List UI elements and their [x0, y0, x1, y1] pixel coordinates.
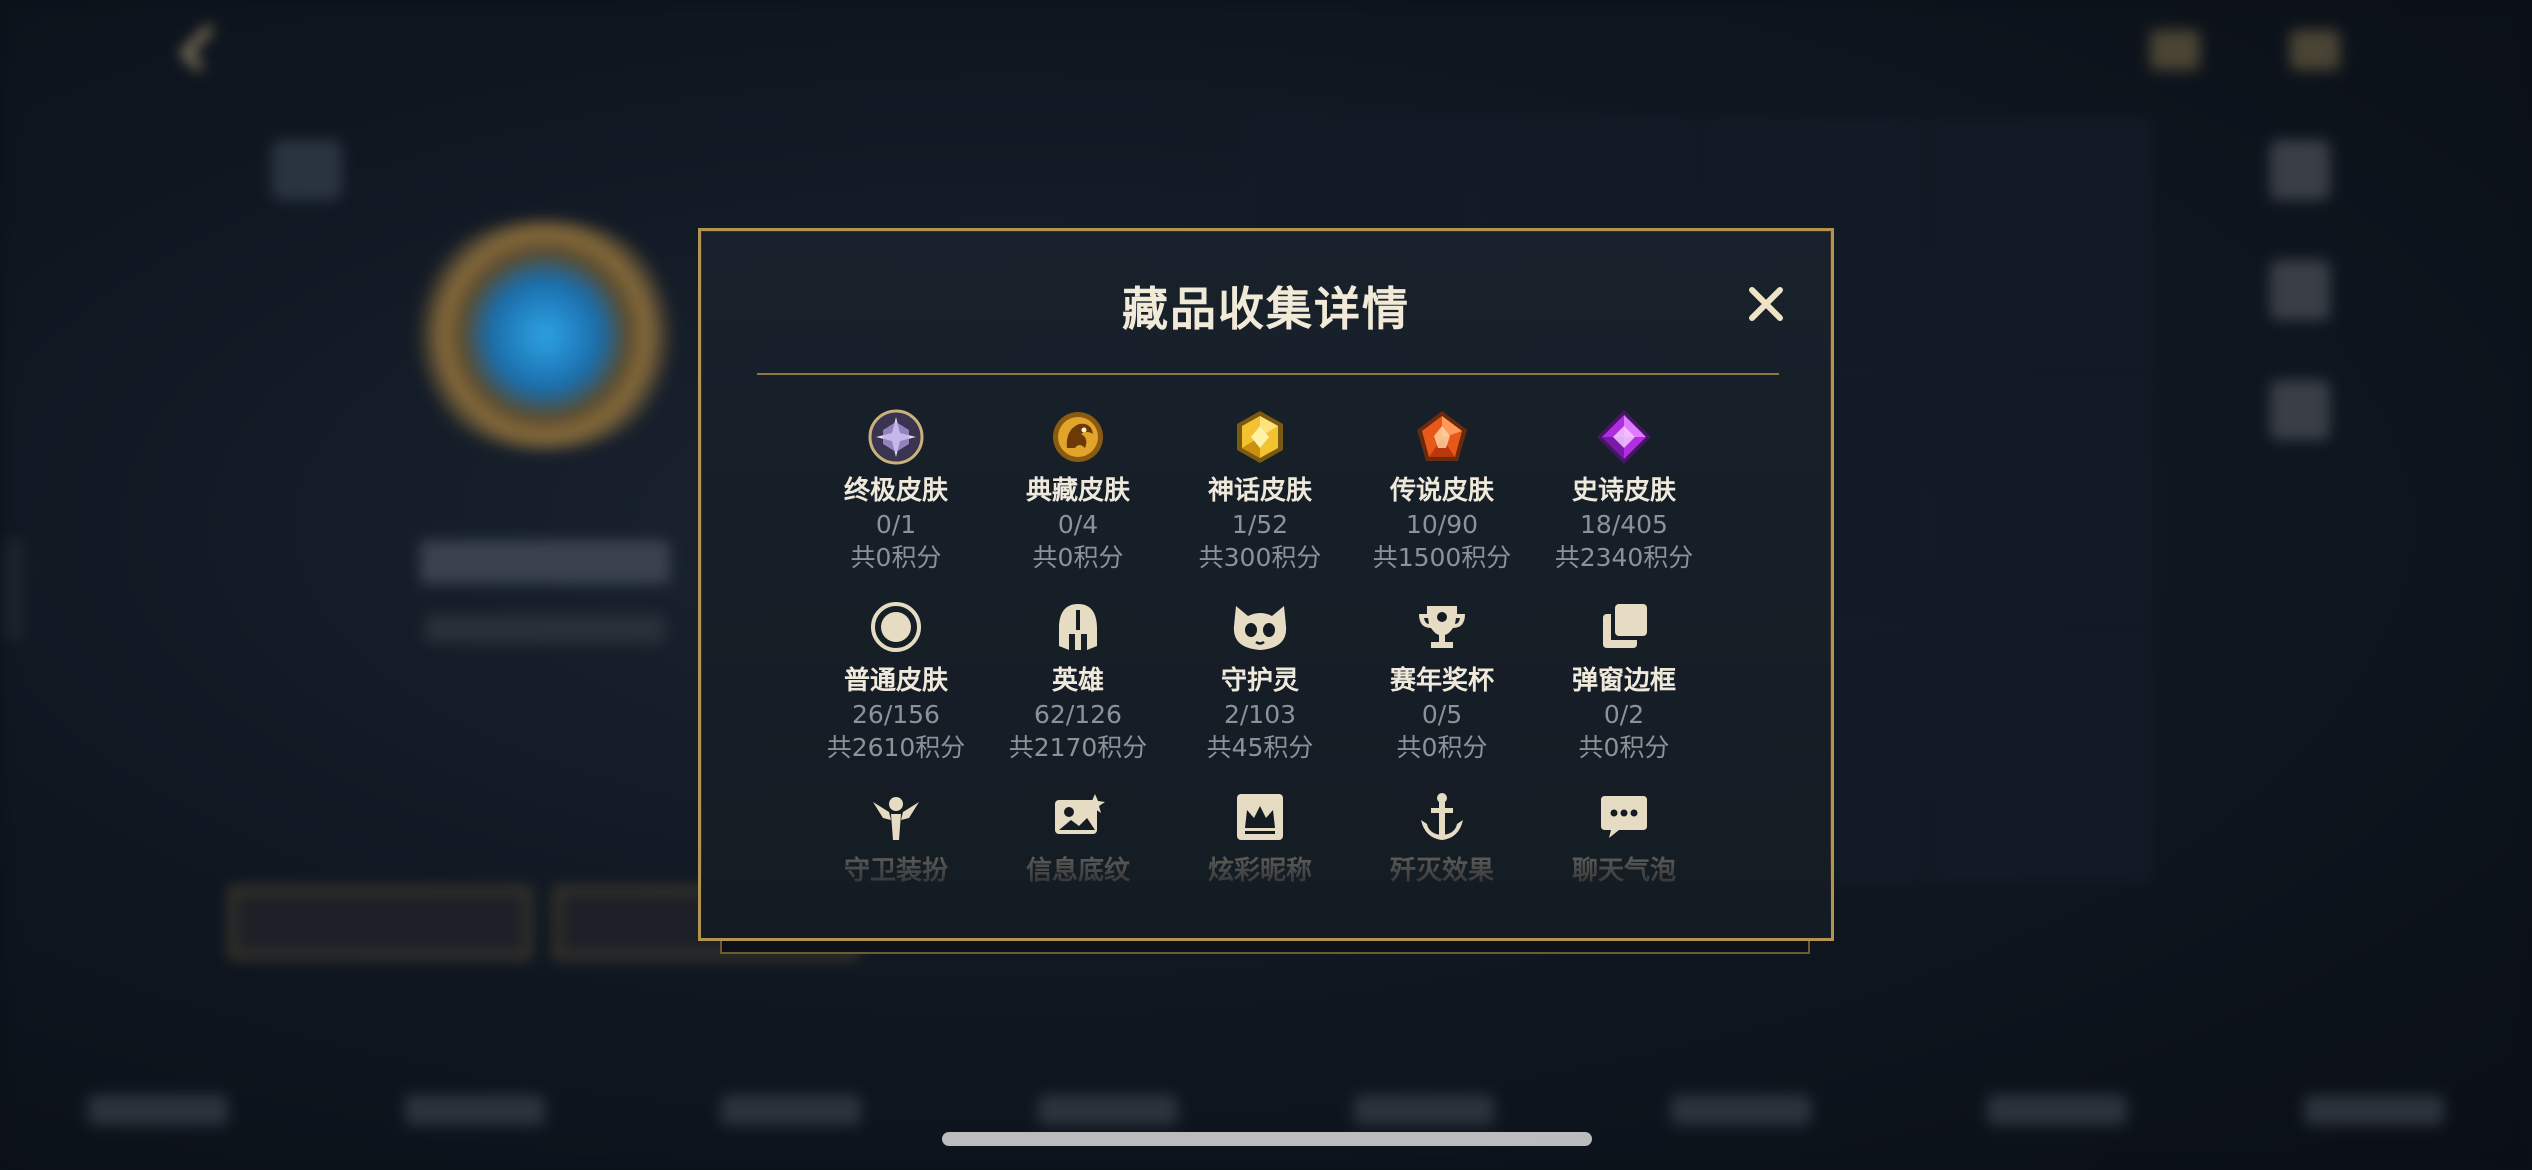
- item-points: 共45积分: [1206, 733, 1314, 762]
- item-label: 史诗皮肤: [1571, 476, 1676, 506]
- background-top-right-icons: [2150, 30, 2340, 70]
- item-count: 26/156: [852, 700, 940, 729]
- item-label: 信息底纹: [1025, 856, 1130, 886]
- epic-skin-gem-icon: [1593, 406, 1655, 468]
- chat-bubble-icon: [1593, 786, 1655, 848]
- item-label: 传说皮肤: [1389, 476, 1494, 506]
- item-points: 共2610积分: [826, 733, 966, 762]
- legacy-skin-dragon-icon: [1047, 406, 1109, 468]
- item-count: 0/4: [1057, 510, 1099, 539]
- item-label: 赛年奖杯: [1389, 666, 1494, 696]
- item-count: 62/126: [1034, 700, 1122, 729]
- collection-item-colorful-nickname[interactable]: 炫彩昵称: [1169, 786, 1351, 888]
- legendary-skin-gem-icon: [1411, 406, 1473, 468]
- close-icon: [1749, 287, 1783, 321]
- mythic-skin-gem-icon: [1229, 406, 1291, 468]
- item-points: 共2340积分: [1554, 543, 1694, 572]
- colorful-nickname-icon: [1229, 786, 1291, 848]
- item-label: 守护灵: [1220, 666, 1299, 696]
- item-label: 歼灭效果: [1389, 856, 1494, 886]
- item-points: 共0积分: [1032, 543, 1124, 572]
- item-points: 共0积分: [850, 543, 942, 572]
- rank-emblem: [400, 220, 690, 450]
- title-divider: [757, 373, 1779, 375]
- collection-item-popup-frame[interactable]: 弹窗边框 0/2 共0积分: [1533, 596, 1715, 764]
- collection-item-legacy-skin[interactable]: 典藏皮肤 0/4 共0积分: [987, 406, 1169, 574]
- item-label: 弹窗边框: [1571, 666, 1676, 696]
- collection-item-epic-skin[interactable]: 史诗皮肤 18/405 共2340积分: [1533, 406, 1715, 574]
- collection-grid: 终极皮肤 0/1 共0积分 典藏皮肤 0/4 共0积分 神话皮肤 1/52 共3…: [805, 406, 1715, 888]
- ward-skin-icon: [865, 786, 927, 848]
- item-points: 共1500积分: [1372, 543, 1512, 572]
- ultimate-skin-gem-icon: [865, 406, 927, 468]
- item-count: 1/52: [1231, 510, 1289, 539]
- item-count: 0/5: [1421, 700, 1463, 729]
- guardian-pet-icon: [1229, 596, 1291, 658]
- annihilation-effect-icon: [1411, 786, 1473, 848]
- item-count: 0/2: [1603, 700, 1645, 729]
- item-count: 10/90: [1405, 510, 1479, 539]
- background-button-1: [230, 888, 530, 958]
- collection-item-normal-skin[interactable]: 普通皮肤 26/156 共2610积分: [805, 596, 987, 764]
- hero-helmet-icon: [1047, 596, 1109, 658]
- item-label: 守卫装扮: [843, 856, 948, 886]
- collection-item-hero[interactable]: 英雄 62/126 共2170积分: [987, 596, 1169, 764]
- collection-item-annihilation-effect[interactable]: 歼灭效果: [1351, 786, 1533, 888]
- collection-item-chat-bubble[interactable]: 聊天气泡: [1533, 786, 1715, 888]
- normal-skin-circle-icon: [865, 596, 927, 658]
- close-button[interactable]: [1741, 279, 1791, 329]
- background-player-name: [420, 540, 670, 584]
- modal-title: 藏品收集详情: [1122, 282, 1410, 336]
- item-points: 共2170积分: [1008, 733, 1148, 762]
- background-side-id: [4, 540, 24, 640]
- item-points: 共300积分: [1198, 543, 1322, 572]
- item-label: 终极皮肤: [843, 476, 948, 506]
- back-arrow-icon: [179, 24, 227, 72]
- item-label: 炫彩昵称: [1207, 856, 1312, 886]
- collection-item-season-trophy[interactable]: 赛年奖杯 0/5 共0积分: [1351, 596, 1533, 764]
- item-count: 2/103: [1223, 700, 1297, 729]
- item-label: 神话皮肤: [1207, 476, 1312, 506]
- collection-item-ultimate-skin[interactable]: 终极皮肤 0/1 共0积分: [805, 406, 987, 574]
- item-points: 共0积分: [1578, 733, 1670, 762]
- background-tag: [272, 140, 342, 200]
- trophy-icon: [1411, 596, 1473, 658]
- popup-frame-icon: [1593, 596, 1655, 658]
- collection-item-mythic-skin[interactable]: 神话皮肤 1/52 共300积分: [1169, 406, 1351, 574]
- item-label: 普通皮肤: [843, 666, 948, 696]
- item-points: 共0积分: [1396, 733, 1488, 762]
- home-indicator[interactable]: [942, 1132, 1592, 1146]
- item-label: 典藏皮肤: [1025, 476, 1130, 506]
- collection-item-guardian[interactable]: 守护灵 2/103 共45积分: [1169, 596, 1351, 764]
- background-right-icons: [2270, 140, 2330, 440]
- collection-item-info-banner[interactable]: 信息底纹: [987, 786, 1169, 888]
- background-topbar: [179, 24, 227, 72]
- collection-item-ward-skin[interactable]: 守卫装扮: [805, 786, 987, 888]
- collection-details-modal: 藏品收集详情 终极皮肤 0/1 共0积分 典藏皮肤 0/4 共0积分 神话皮肤 …: [698, 228, 1834, 941]
- info-banner-icon: [1047, 786, 1109, 848]
- item-label: 聊天气泡: [1571, 856, 1676, 886]
- background-player-subtitle: [425, 615, 665, 643]
- item-count: 0/1: [875, 510, 917, 539]
- item-count: 18/405: [1580, 510, 1668, 539]
- item-label: 英雄: [1051, 666, 1104, 696]
- collection-item-legendary-skin[interactable]: 传说皮肤 10/90 共1500积分: [1351, 406, 1533, 574]
